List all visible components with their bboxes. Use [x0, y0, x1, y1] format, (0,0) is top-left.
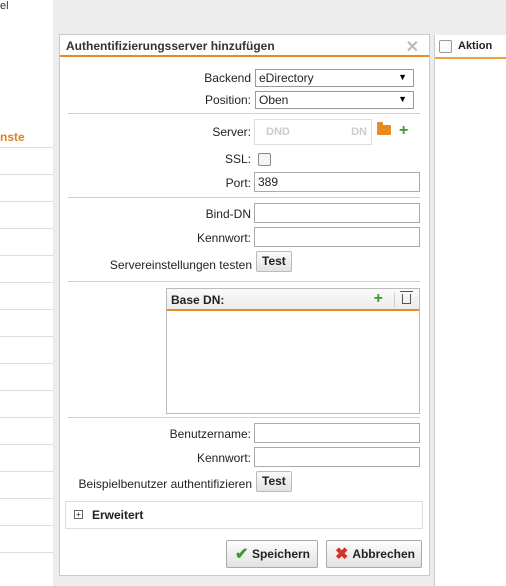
dropdown-arrow-icon: ▼ — [398, 72, 407, 82]
add-server-icon[interactable]: + — [399, 123, 408, 139]
save-button[interactable]: ✔ Speichern — [226, 540, 318, 568]
dropdown-arrow-icon: ▼ — [398, 94, 407, 104]
server-label: Server: — [212, 125, 251, 139]
divider — [68, 113, 420, 114]
dialog-title-bar: Authentifizierungsserver hinzufügen ✕ — [60, 35, 429, 57]
test-server-label: Servereinstellungen testen — [109, 258, 252, 272]
backend-select[interactable]: eDirectory ▼ — [255, 69, 414, 87]
background-table: Aktion — [434, 35, 506, 586]
position-select[interactable]: Oben ▼ — [255, 91, 414, 109]
trash-icon[interactable] — [400, 291, 413, 304]
divider — [0, 174, 53, 175]
divider — [0, 228, 53, 229]
divider — [0, 552, 53, 553]
ssl-checkbox[interactable] — [258, 153, 271, 166]
divider — [68, 281, 420, 282]
cancel-x-icon: ✖ — [335, 546, 349, 563]
base-dn-panel: Base DN: + — [166, 288, 420, 414]
password2-label: Kennwort: — [196, 451, 251, 465]
bind-dn-label: Bind-DN — [205, 207, 251, 221]
backend-value: eDirectory — [259, 71, 314, 85]
table-header: Aktion — [435, 35, 506, 59]
background-section-title: nste — [0, 130, 25, 144]
position-value: Oben — [259, 93, 289, 107]
background-panel: el nste — [0, 0, 53, 586]
port-label: Port: — [225, 176, 251, 190]
action-column-header: Aktion — [458, 40, 493, 52]
dialog-title: Authentifizierungsserver hinzufügen — [66, 39, 275, 53]
divider — [0, 417, 53, 418]
base-dn-label: Base DN: — [171, 293, 225, 307]
divider — [0, 336, 53, 337]
folder-icon[interactable] — [377, 122, 391, 135]
divider — [68, 197, 420, 198]
advanced-section[interactable]: + Erweitert — [65, 501, 423, 529]
expand-icon[interactable]: + — [74, 510, 83, 519]
bind-dn-input[interactable] — [254, 203, 420, 223]
test-user-button[interactable]: Test — [256, 471, 292, 492]
port-input[interactable]: 389 — [254, 172, 420, 192]
test-user-label: Beispielbenutzer authentifizieren — [78, 477, 252, 491]
divider — [0, 147, 53, 148]
password2-input[interactable] — [254, 447, 420, 467]
divider — [68, 417, 420, 418]
divider — [0, 498, 53, 499]
base-dn-header: Base DN: + — [167, 289, 419, 311]
add-auth-server-dialog: Authentifizierungsserver hinzufügen ✕ Ba… — [59, 34, 430, 576]
select-all-checkbox[interactable] — [439, 39, 452, 53]
server-input[interactable]: DND DN — [254, 119, 372, 145]
advanced-label: Erweitert — [92, 508, 144, 522]
username-label: Benutzername: — [169, 427, 251, 441]
check-icon: ✔ — [235, 546, 249, 563]
ssl-label: SSL: — [224, 152, 251, 166]
cancel-button[interactable]: ✖ Abbrechen — [326, 540, 422, 568]
password-input[interactable] — [254, 227, 420, 247]
server-placeholder-right: DN — [351, 126, 367, 138]
cancel-button-label: Abbrechen — [352, 547, 415, 561]
password-label: Kennwort: — [196, 231, 251, 245]
divider — [0, 309, 53, 310]
divider — [0, 201, 53, 202]
username-input[interactable] — [254, 423, 420, 443]
divider — [0, 282, 53, 283]
background-text: el — [0, 0, 9, 12]
add-base-dn-icon[interactable]: + — [374, 291, 383, 307]
divider — [394, 293, 395, 307]
divider — [0, 444, 53, 445]
save-button-label: Speichern — [251, 547, 310, 561]
close-icon[interactable]: ✕ — [406, 37, 419, 57]
divider — [0, 390, 53, 391]
position-label: Position: — [204, 93, 251, 107]
divider — [0, 255, 53, 256]
server-placeholder: DND — [266, 126, 290, 138]
divider — [0, 471, 53, 472]
divider — [0, 363, 53, 364]
divider — [0, 525, 53, 526]
test-server-button[interactable]: Test — [256, 251, 292, 272]
backend-label: Backend — [204, 71, 251, 85]
